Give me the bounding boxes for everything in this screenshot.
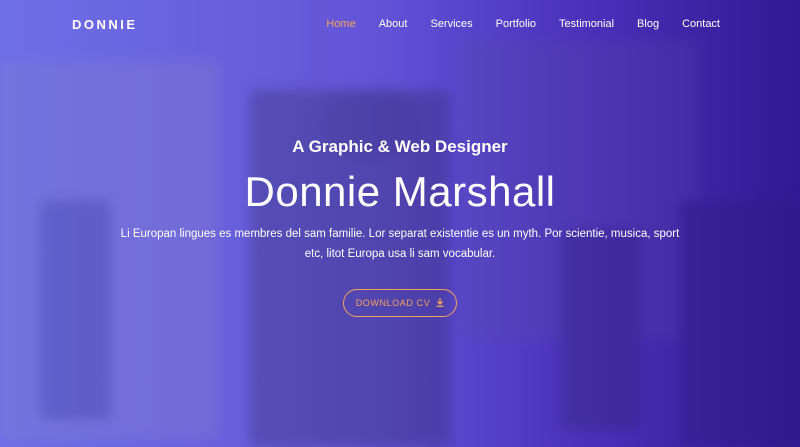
download-cv-button[interactable]: DOWNLOAD CV bbox=[343, 289, 457, 317]
site-logo[interactable]: DONNIE bbox=[72, 17, 138, 32]
download-cv-label: DOWNLOAD CV bbox=[355, 298, 431, 308]
top-navbar: DONNIE Home About Services Portfolio Tes… bbox=[0, 0, 800, 48]
nav-item-portfolio[interactable]: Portfolio bbox=[496, 18, 536, 30]
nav-item-about[interactable]: About bbox=[379, 18, 408, 30]
hero-description: Li Europan lingues es membres del sam fa… bbox=[120, 228, 680, 260]
hero-subtitle: A Graphic & Web Designer bbox=[292, 137, 508, 156]
nav-item-contact[interactable]: Contact bbox=[682, 18, 720, 30]
download-icon bbox=[436, 297, 444, 309]
nav-item-services[interactable]: Services bbox=[430, 18, 472, 30]
nav-menu: Home About Services Portfolio Testimonia… bbox=[303, 18, 720, 30]
hero-section: DONNIE Home About Services Portfolio Tes… bbox=[0, 0, 800, 447]
hero-title: Donnie Marshall bbox=[244, 168, 556, 215]
nav-item-testimonial[interactable]: Testimonial bbox=[559, 18, 614, 30]
nav-item-blog[interactable]: Blog bbox=[637, 18, 659, 30]
nav-item-home[interactable]: Home bbox=[326, 18, 355, 30]
